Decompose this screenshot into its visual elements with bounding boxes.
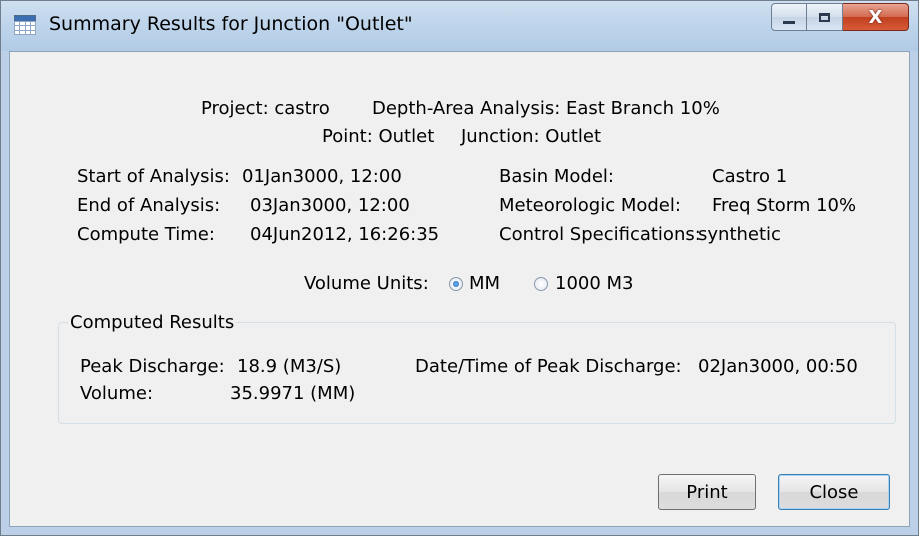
minimize-button[interactable] [771,3,807,31]
control-spec-value: synthetic [698,224,781,245]
dialog-content: Project: castro Depth-Area Analysis: Eas… [9,51,910,527]
analysis-label: Depth-Area Analysis: East Branch 10% [372,98,720,119]
end-analysis-label: End of Analysis: [77,195,221,216]
end-analysis-value: 03Jan3000, 12:00 [250,195,410,216]
volume-units-mm-radio[interactable] [449,277,463,291]
volume-units-mm-label[interactable]: MM [469,273,500,294]
peak-discharge-label: Peak Discharge: [80,356,225,377]
peak-discharge-value: 18.9 (M3/S) [237,356,342,377]
close-icon: X [868,6,883,28]
table-icon [13,15,37,36]
title-bar[interactable]: Summary Results for Junction "Outlet" X [1,1,918,51]
basin-model-label: Basin Model: [499,166,614,187]
peak-time-label: Date/Time of Peak Discharge: [415,356,682,377]
meteorologic-model-label: Meteorologic Model: [499,195,681,216]
project-label: Project: castro [201,98,330,119]
volume-label: Volume: [80,383,154,404]
caption-buttons: X [771,3,909,33]
meteorologic-model-value: Freq Storm 10% [712,195,857,216]
maximize-button[interactable] [807,3,843,31]
start-analysis-label: Start of Analysis: [77,166,230,187]
window-title: Summary Results for Junction "Outlet" [49,13,413,35]
close-window-button[interactable]: X [843,3,909,31]
basin-model-value: Castro 1 [712,166,788,187]
volume-value: 35.9971 (MM) [230,383,356,404]
junction-label: Junction: Outlet [461,126,602,147]
volume-units-1000m3-label[interactable]: 1000 M3 [555,273,634,294]
dialog-window: Summary Results for Junction "Outlet" X … [0,0,919,536]
compute-time-value: 04Jun2012, 16:26:35 [250,224,440,245]
point-label: Point: Outlet [322,126,435,147]
close-button[interactable]: Close [778,474,890,510]
computed-results-title: Computed Results [68,312,237,333]
maximize-icon [819,12,830,22]
start-analysis-value: 01Jan3000, 12:00 [242,166,402,187]
volume-units-label: Volume Units: [304,273,429,294]
compute-time-label: Compute Time: [77,224,215,245]
volume-units-1000m3-radio[interactable] [534,277,548,291]
control-spec-label: Control Specifications: [499,224,701,245]
minimize-icon [783,20,795,24]
peak-time-value: 02Jan3000, 00:50 [698,356,858,377]
print-button[interactable]: Print [658,474,756,510]
